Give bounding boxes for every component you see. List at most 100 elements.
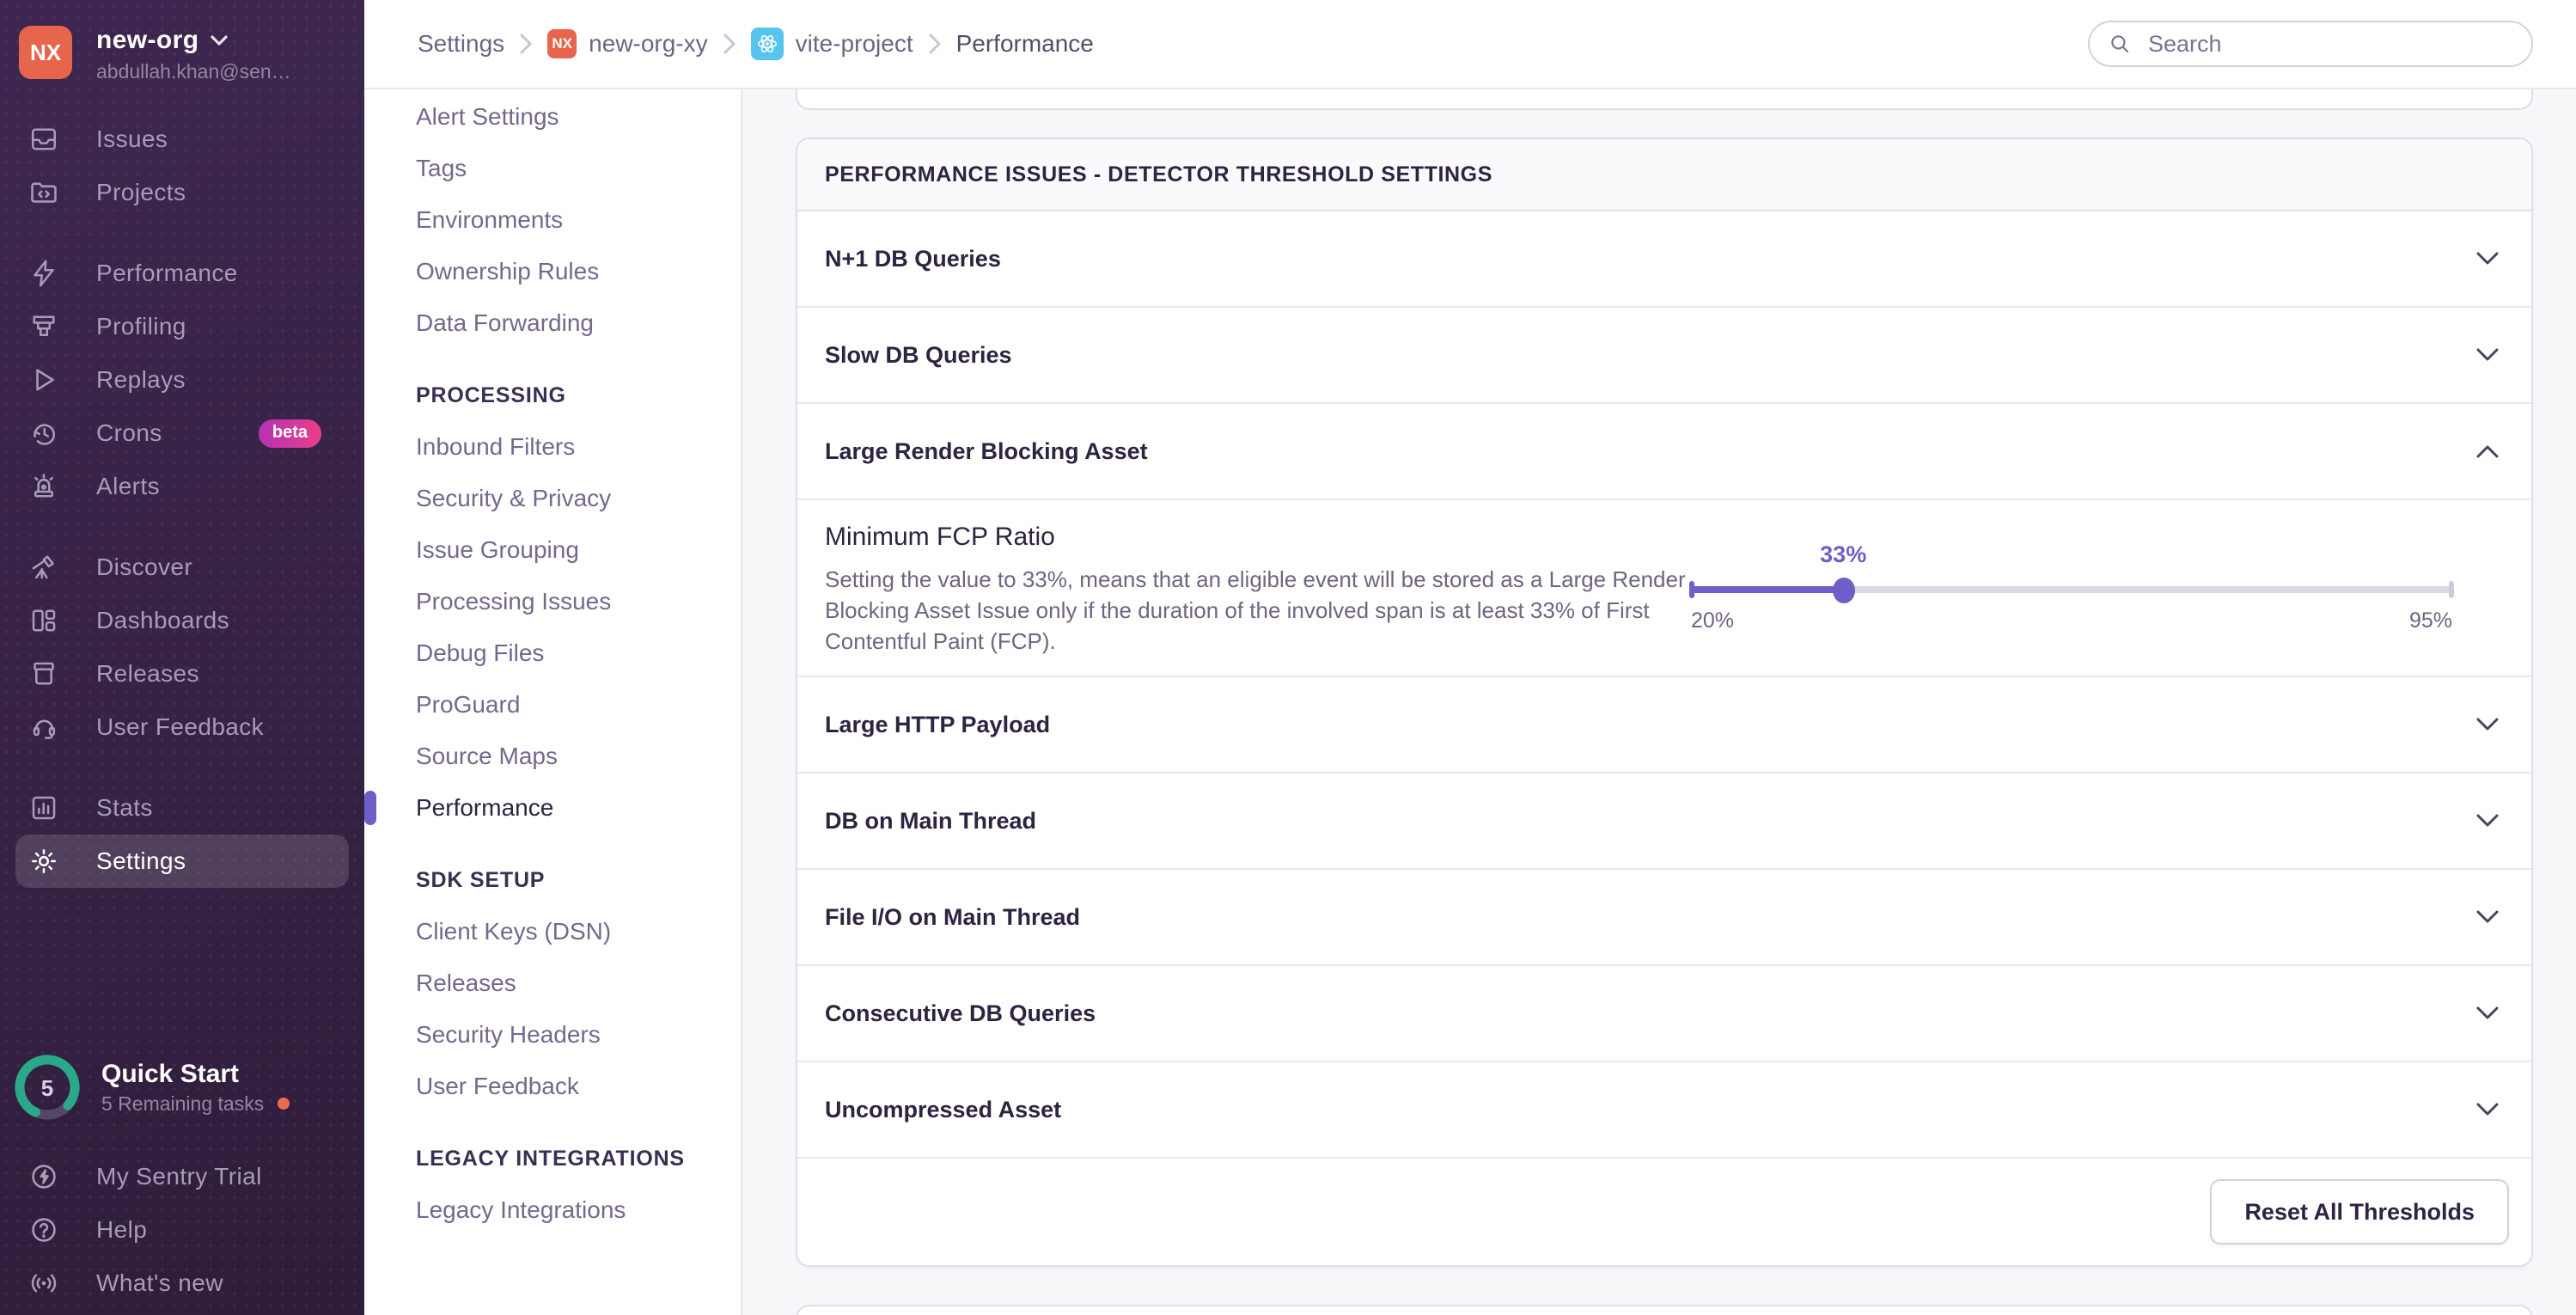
- sidebar-item-help[interactable]: Help: [15, 1203, 349, 1257]
- settings-nav-item-releases[interactable]: Releases: [364, 957, 741, 1009]
- sidebar-item-settings[interactable]: Settings: [15, 835, 349, 888]
- settings-nav-item-processing-issues[interactable]: Processing Issues: [364, 576, 741, 627]
- sidebar-item-performance[interactable]: Performance: [15, 247, 349, 300]
- sidebar-item-projects[interactable]: Projects: [15, 166, 349, 219]
- crons-icon: [27, 417, 60, 450]
- reset-all-thresholds-button[interactable]: Reset All Thresholds: [2210, 1179, 2509, 1245]
- discover-icon: [27, 551, 60, 584]
- settings-nav-item-client-keys[interactable]: Client Keys (DSN): [364, 906, 741, 957]
- org-avatar: NX: [19, 26, 72, 79]
- sidebar-item-my-sentry-trial[interactable]: My Sentry Trial: [15, 1150, 349, 1203]
- slider-thumb[interactable]: [1833, 578, 1856, 603]
- sidebar-item-label: My Sentry Trial: [96, 1163, 262, 1190]
- sidebar-item-label: Releases: [96, 660, 199, 687]
- sidebar-item-whats-new[interactable]: What's new: [15, 1257, 349, 1310]
- settings-nav-item-inbound-filters[interactable]: Inbound Filters: [364, 421, 741, 473]
- stats-icon: [27, 792, 60, 824]
- breadcrumb-project[interactable]: vite-project: [750, 28, 913, 60]
- card-header: PERFORMANCE ISSUES - DETECTOR THRESHOLD …: [797, 139, 2531, 211]
- sidebar-item-label: Stats: [96, 794, 153, 821]
- sidebar-item-replays[interactable]: Replays: [15, 353, 349, 407]
- threshold-settings-card: PERFORMANCE ISSUES - DETECTOR THRESHOLD …: [796, 138, 2533, 1267]
- breadcrumb-org-label[interactable]: new-org-xy: [589, 30, 707, 58]
- slider-fill: [1691, 586, 1844, 593]
- org-avatar: NX: [547, 29, 577, 58]
- sidebar-item-alerts[interactable]: Alerts: [15, 460, 349, 513]
- sidebar-item-dashboards[interactable]: Dashboards: [15, 594, 349, 647]
- accordion-row-large-http-payload[interactable]: Large HTTP Payload: [797, 677, 2531, 774]
- settings-nav: Alert Settings Tags Environments Ownersh…: [364, 89, 742, 1315]
- sidebar-item-crons[interactable]: Crons beta: [15, 407, 349, 460]
- quick-start-count: 5: [41, 1075, 53, 1101]
- chevron-down-icon: [211, 35, 229, 46]
- settings-nav-item-security-headers[interactable]: Security Headers: [364, 1009, 741, 1061]
- sidebar-item-discover[interactable]: Discover: [15, 541, 349, 594]
- settings-nav-item-issue-grouping[interactable]: Issue Grouping: [364, 524, 741, 576]
- settings-nav-item-tags[interactable]: Tags: [364, 143, 741, 194]
- accordion-row-slow-db-queries[interactable]: Slow DB Queries: [797, 308, 2531, 404]
- accordion-row-n-plus-one-db-queries[interactable]: N+1 DB Queries: [797, 211, 2531, 308]
- sidebar-item-label: Alerts: [96, 473, 160, 499]
- chevron-down-icon: [2476, 348, 2499, 362]
- next-card-top: [796, 1305, 2533, 1315]
- active-indicator: [364, 791, 376, 825]
- accordion-row-file-io-on-main-thread[interactable]: File I/O on Main Thread: [797, 870, 2531, 966]
- sidebar-item-label: Issues: [96, 125, 168, 152]
- large-render-blocking-asset-panel: Minimum FCP Ratio Setting the value to 3…: [797, 500, 2531, 677]
- chevron-down-icon: [2476, 1006, 2499, 1020]
- breadcrumb-org[interactable]: NX new-org-xy: [547, 29, 708, 58]
- replays-icon: [27, 364, 60, 396]
- issues-icon: [27, 123, 60, 156]
- settings-nav-heading-processing: PROCESSING: [416, 382, 566, 407]
- sidebar-footer: My Sentry Trial Help What's new: [0, 1150, 364, 1310]
- sidebar-item-issues[interactable]: Issues: [15, 113, 349, 166]
- chevron-down-icon: [2476, 1103, 2499, 1116]
- search-input[interactable]: [2145, 28, 2514, 59]
- settings-nav-heading-legacy: LEGACY INTEGRATIONS: [416, 1146, 685, 1171]
- sidebar-item-releases[interactable]: Releases: [15, 647, 349, 700]
- accordion-row-db-on-main-thread[interactable]: DB on Main Thread: [797, 774, 2531, 870]
- sidebar-item-profiling[interactable]: Profiling: [15, 300, 349, 353]
- settings-nav-item-ownership-rules[interactable]: Ownership Rules: [364, 246, 741, 297]
- accordion-row-label: N+1 DB Queries: [825, 245, 1001, 272]
- sidebar-item-label: Dashboards: [96, 607, 229, 633]
- accordion-row-uncompressed-asset[interactable]: Uncompressed Asset: [797, 1062, 2531, 1159]
- sidebar-item-stats[interactable]: Stats: [15, 781, 349, 835]
- chevron-right-icon: [929, 34, 941, 54]
- settings-nav-item-user-feedback[interactable]: User Feedback: [364, 1061, 741, 1112]
- settings-nav-item-label: Performance: [416, 794, 554, 821]
- accordion-row-large-render-blocking-asset[interactable]: Large Render Blocking Asset: [797, 404, 2531, 500]
- breadcrumb: Settings NX new-org-xy vite-project Perf…: [418, 28, 1094, 60]
- chevron-down-icon: [2476, 252, 2499, 266]
- settings-nav-item-debug-files[interactable]: Debug Files: [364, 627, 741, 679]
- breadcrumb-project-label[interactable]: vite-project: [796, 30, 913, 58]
- slider-track[interactable]: [1689, 578, 2454, 603]
- settings-nav-item-alert-settings[interactable]: Alert Settings: [364, 91, 741, 143]
- settings-nav-item-security-privacy[interactable]: Security & Privacy: [364, 473, 741, 524]
- sidebar-item-label: Help: [96, 1216, 148, 1243]
- sidebar-item-label: Profiling: [96, 313, 186, 339]
- card-footer: Reset All Thresholds: [797, 1159, 2531, 1265]
- breadcrumb-settings[interactable]: Settings: [418, 30, 504, 58]
- settings-nav-item-source-maps[interactable]: Source Maps: [364, 731, 741, 782]
- search-box[interactable]: [2088, 21, 2533, 67]
- user-feedback-icon: [27, 711, 60, 743]
- accordion-row-consecutive-db-queries[interactable]: Consecutive DB Queries: [797, 966, 2531, 1062]
- settings-nav-item-data-forwarding[interactable]: Data Forwarding: [364, 297, 741, 349]
- accordion-row-label: Slow DB Queries: [825, 341, 1012, 368]
- top-bar: Settings NX new-org-xy vite-project Perf…: [364, 0, 2576, 89]
- quick-start-subtitle: 5 Remaining tasks: [101, 1092, 265, 1115]
- sidebar-item-user-feedback[interactable]: User Feedback: [15, 700, 349, 754]
- slider-value-label: 33%: [1820, 541, 1867, 567]
- settings-nav-item-legacy-integrations[interactable]: Legacy Integrations: [364, 1184, 741, 1236]
- settings-nav-item-proguard[interactable]: ProGuard: [364, 679, 741, 731]
- chevron-down-icon: [2476, 814, 2499, 828]
- react-logo-icon: [750, 28, 784, 60]
- org-switcher[interactable]: NX new-org abdullah.khan@sen…: [0, 0, 364, 83]
- quick-start-panel[interactable]: 5 Quick Start 5 Remaining tasks: [14, 1054, 351, 1121]
- accordion-row-label: Large HTTP Payload: [825, 711, 1051, 737]
- settings-nav-item-performance[interactable]: Performance: [364, 782, 741, 834]
- settings-nav-item-environments[interactable]: Environments: [364, 194, 741, 246]
- fcp-ratio-slider[interactable]: 33% 20% 95%: [1689, 541, 2454, 638]
- slider-max-label: 95%: [2408, 609, 2452, 633]
